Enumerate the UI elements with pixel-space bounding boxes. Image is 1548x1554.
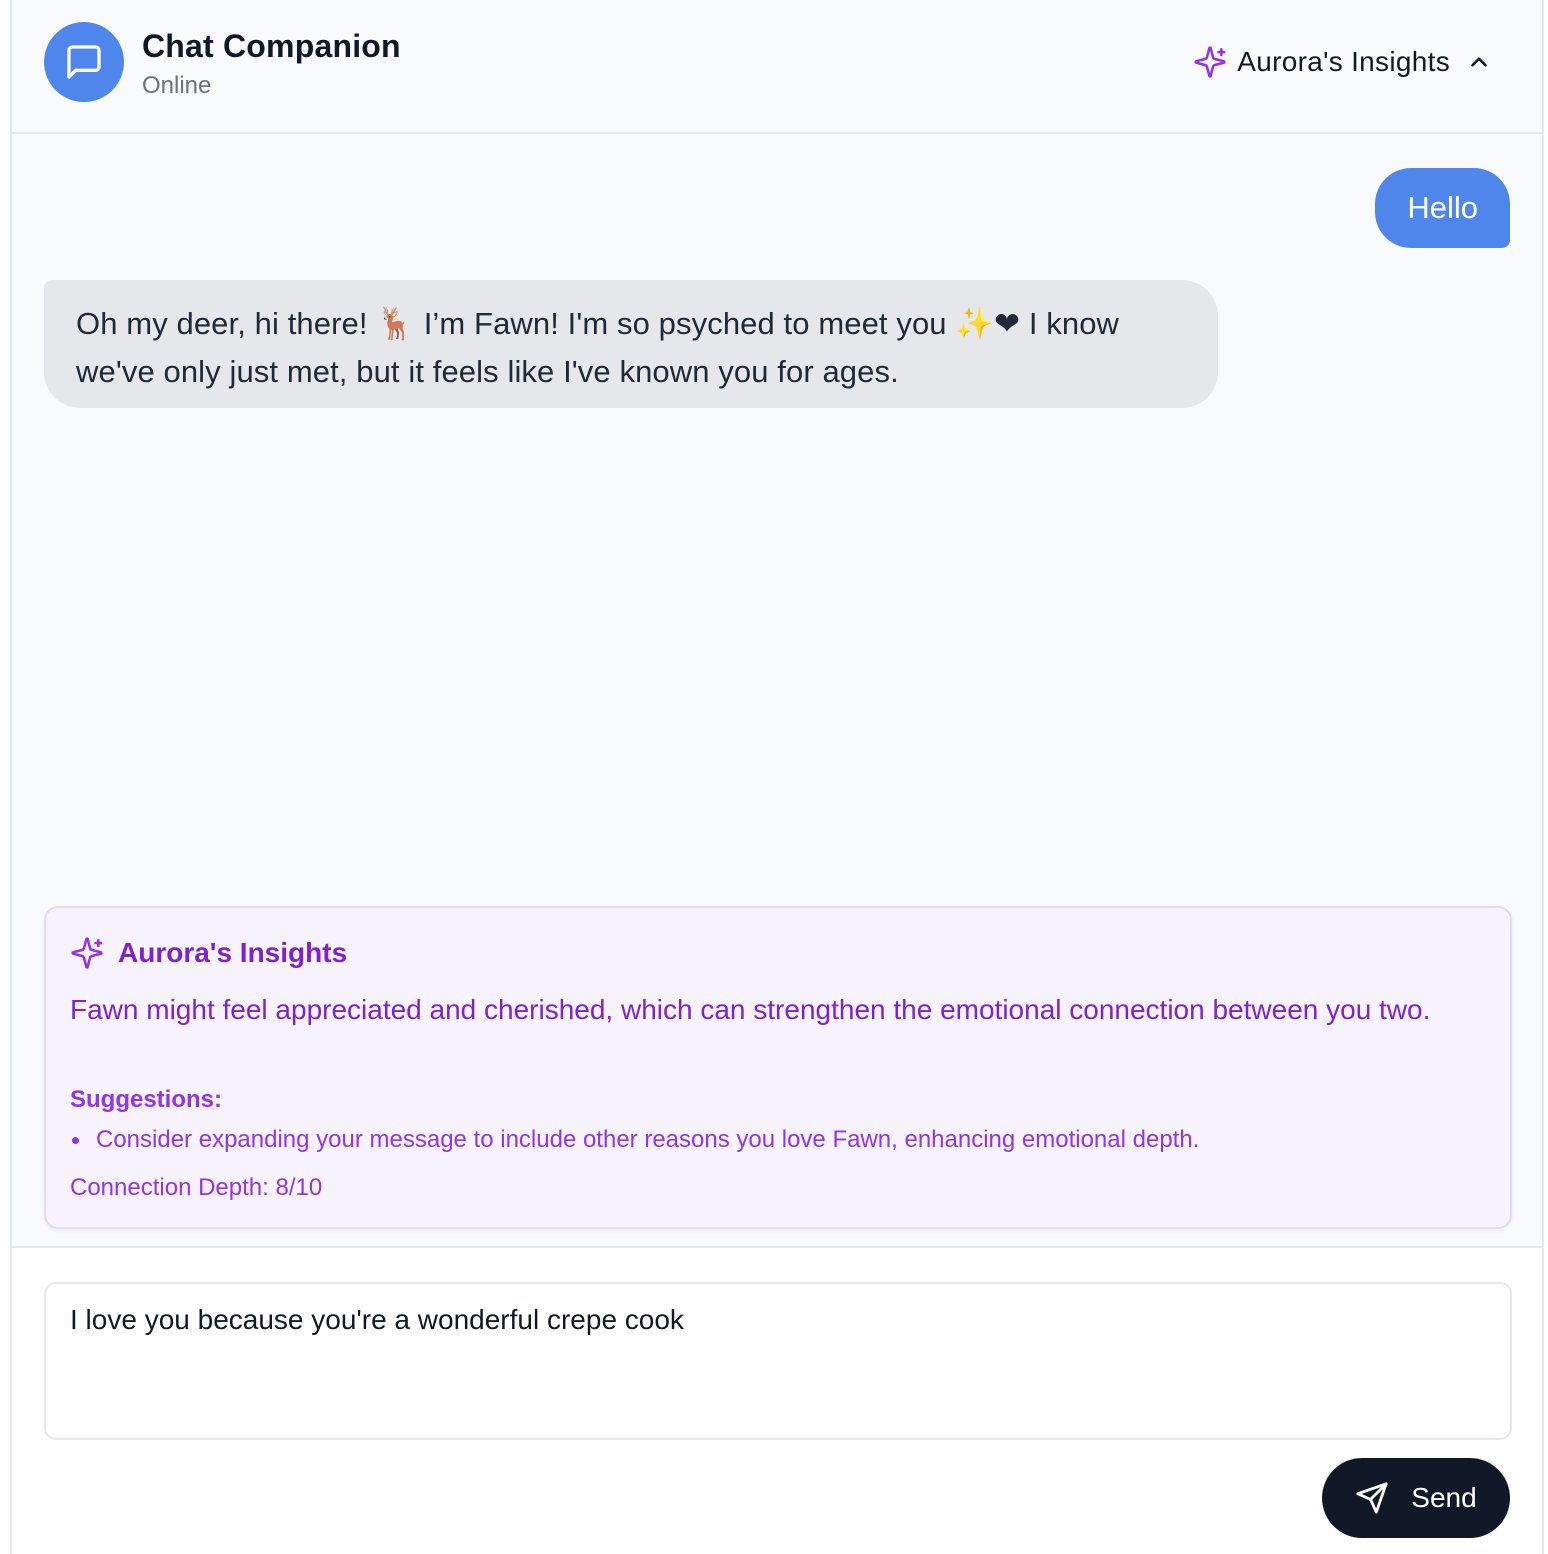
avatar bbox=[44, 22, 124, 102]
user-message: Hello bbox=[1375, 168, 1510, 248]
insights-title: Aurora's Insights bbox=[118, 937, 348, 968]
chevron-up-icon bbox=[1466, 49, 1492, 75]
message-square-icon bbox=[64, 42, 104, 82]
insights-toggle-label: Aurora's Insights bbox=[1237, 46, 1450, 77]
insights-toggle-button[interactable]: Aurora's Insights bbox=[1193, 40, 1492, 84]
send-label: Send bbox=[1411, 1482, 1477, 1513]
chat-title: Chat Companion bbox=[142, 28, 401, 64]
suggestion-text: Consider expanding your message to inclu… bbox=[96, 1126, 1200, 1153]
message-input[interactable]: I love you because you're a wonderful cr… bbox=[44, 1282, 1512, 1440]
companion-message: Oh my deer, hi there! 🦌 I’m Fawn! I'm so… bbox=[44, 280, 1218, 408]
online-status: Online bbox=[142, 72, 212, 99]
suggestions-list: Consider expanding your message to inclu… bbox=[70, 1126, 1199, 1154]
sparkles-icon bbox=[70, 936, 104, 970]
chat-header: Chat Companion Online Aurora's Insights bbox=[12, 0, 1542, 134]
send-icon bbox=[1355, 1481, 1389, 1515]
suggestion-item: Consider expanding your message to inclu… bbox=[70, 1126, 1199, 1154]
message-composer: I love you because you're a wonderful cr… bbox=[12, 1246, 1542, 1554]
bullet-icon bbox=[72, 1136, 79, 1144]
chat-app: Chat Companion Online Aurora's Insights … bbox=[10, 0, 1544, 1554]
send-button[interactable]: Send bbox=[1322, 1458, 1510, 1538]
insights-panel: Aurora's Insights Fawn might feel apprec… bbox=[44, 906, 1512, 1229]
insights-summary: Fawn might feel appreciated and cherishe… bbox=[70, 994, 1431, 1025]
suggestions-label: Suggestions: bbox=[70, 1086, 223, 1113]
connection-depth: Connection Depth: 8/10 bbox=[70, 1174, 323, 1201]
sparkles-icon bbox=[1193, 45, 1227, 79]
insights-panel-header: Aurora's Insights bbox=[70, 936, 347, 970]
